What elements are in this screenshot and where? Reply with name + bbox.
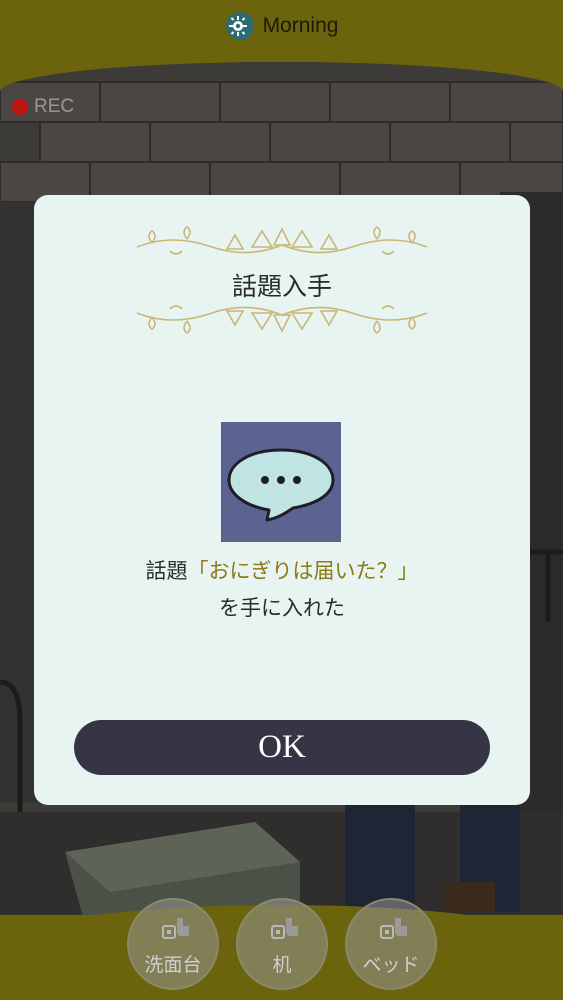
hand-tap-icon	[162, 918, 189, 939]
time-indicator: Morning	[0, 11, 563, 41]
topic-acquired-dialog: 話題入手 話題「おにぎりは届いた？」 を手に入れた OK	[34, 195, 530, 805]
acquired-message: 話題「おにぎりは届いた？」	[34, 555, 530, 585]
recording-indicator: REC	[12, 96, 74, 118]
ivy-ornament-icon	[136, 226, 428, 255]
ok-button[interactable]: OK	[74, 720, 490, 775]
dialog-title: 話題入手	[231, 272, 332, 301]
record-dot-icon	[12, 99, 28, 115]
ivy-ornament-icon	[136, 305, 428, 334]
rec-label: REC	[34, 96, 75, 117]
location-button-desk[interactable]: 机	[236, 898, 328, 990]
clock-gear-icon	[225, 12, 254, 40]
location-label: 洗面台	[144, 954, 202, 976]
location-button-sink[interactable]: 洗面台	[127, 898, 219, 990]
topic-icon-tile	[221, 422, 341, 542]
hand-tap-icon	[271, 918, 298, 939]
location-button-bed[interactable]: ベッド	[345, 898, 437, 990]
location-label: 机	[272, 954, 292, 976]
message-prefix: 話題	[145, 559, 188, 583]
acquired-message-suffix: を手に入れた	[219, 596, 345, 620]
time-of-day-label: Morning	[262, 14, 339, 37]
location-label: ベッド	[362, 954, 420, 976]
hand-tap-icon	[380, 918, 407, 939]
speech-bubble-icon	[227, 448, 335, 522]
topic-name: 「おにぎりは届いた？」	[187, 559, 419, 583]
